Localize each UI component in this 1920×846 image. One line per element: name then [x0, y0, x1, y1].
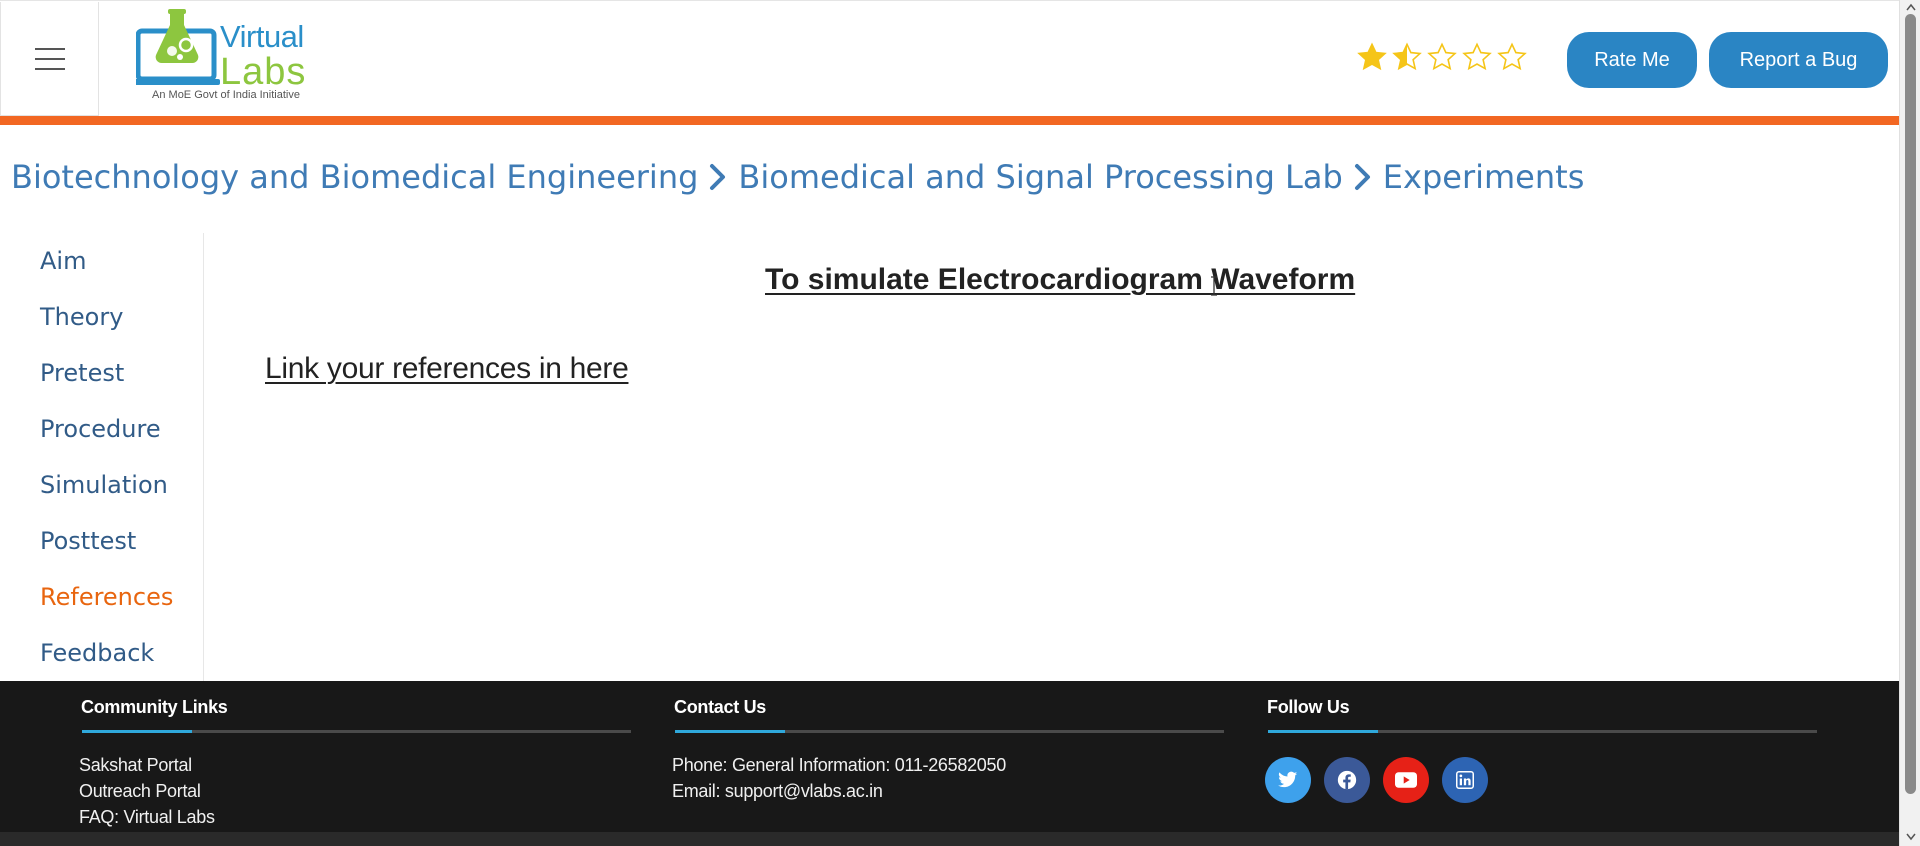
- sidebar-item-posttest[interactable]: Posttest: [40, 527, 136, 555]
- facebook-icon[interactable]: [1324, 757, 1370, 803]
- chevron-right-icon: [704, 160, 732, 194]
- footer-bottom-bar: [0, 832, 1899, 846]
- footer-divider: [675, 730, 1224, 733]
- rate-me-button[interactable]: Rate Me: [1567, 32, 1697, 88]
- footer-community-links: Community Links Sakshat Portal Outreach …: [79, 681, 631, 831]
- footer-heading-follow: Follow Us: [1267, 697, 1350, 717]
- footer-contact: Contact Us Phone: General Information: 0…: [672, 681, 1224, 831]
- star-empty-icon[interactable]: [1496, 41, 1528, 73]
- footer-follow: Follow Us: [1265, 681, 1817, 831]
- footer-email[interactable]: Email: support@vlabs.ac.in: [672, 781, 883, 802]
- sidebar-item-simulation[interactable]: Simulation: [40, 471, 168, 499]
- footer-phone: Phone: General Information: 011-26582050: [672, 755, 1006, 775]
- star-empty-icon[interactable]: [1426, 41, 1458, 73]
- footer-link-outreach[interactable]: Outreach Portal: [79, 781, 201, 802]
- breadcrumb-discipline[interactable]: Biotechnology and Biomedical Engineering: [11, 158, 698, 196]
- sidebar-item-theory[interactable]: Theory: [40, 303, 123, 331]
- sidebar-item-references[interactable]: References: [40, 583, 173, 611]
- page-scrollbar[interactable]: [1899, 0, 1920, 846]
- footer-divider: [1268, 730, 1817, 733]
- rating-stars[interactable]: [1356, 41, 1528, 73]
- logo-word-labs: Labs: [220, 51, 307, 93]
- youtube-icon[interactable]: [1383, 757, 1429, 803]
- sidebar-item-pretest[interactable]: Pretest: [40, 359, 124, 387]
- footer-divider: [82, 730, 631, 733]
- star-empty-icon[interactable]: [1461, 41, 1493, 73]
- footer-heading-community: Community Links: [81, 697, 228, 717]
- footer-link-faq[interactable]: FAQ: Virtual Labs: [79, 807, 215, 828]
- site-header: Virtual Labs An MoE Govt of India Initia…: [0, 0, 1899, 116]
- twitter-icon[interactable]: [1265, 757, 1311, 803]
- sidebar-item-procedure[interactable]: Procedure: [40, 415, 161, 443]
- report-bug-button[interactable]: Report a Bug: [1709, 32, 1888, 88]
- references-link[interactable]: Link your references in here: [265, 352, 629, 386]
- breadcrumb: Biotechnology and Biomedical Engineering…: [11, 158, 1584, 196]
- text-cursor-icon: [1211, 276, 1217, 296]
- sidebar-item-feedback[interactable]: Feedback: [40, 639, 154, 667]
- sidebar-item-aim[interactable]: Aim: [40, 247, 86, 275]
- experiment-title: To simulate Electrocardiogram Waveform: [765, 263, 1356, 296]
- logo-tagline: An MoE Govt of India Initiative: [152, 89, 300, 101]
- flask-laptop-icon: [136, 9, 220, 85]
- breadcrumb-experiments[interactable]: Experiments: [1383, 158, 1585, 196]
- experiment-sidebar: Aim Theory Pretest Procedure Simulation …: [0, 233, 204, 681]
- scroll-up-arrow-icon[interactable]: [1905, 2, 1916, 12]
- virtual-labs-logo[interactable]: Virtual Labs An MoE Govt of India Initia…: [136, 9, 316, 105]
- hamburger-menu-icon: [34, 47, 65, 70]
- footer-link-sakshat[interactable]: Sakshat Portal: [79, 755, 192, 776]
- logo-word-virtual: Virtual: [220, 19, 304, 54]
- star-filled-icon[interactable]: [1356, 41, 1388, 73]
- site-footer: Community Links Sakshat Portal Outreach …: [0, 681, 1899, 846]
- header-accent-bar: [0, 116, 1899, 125]
- scroll-down-arrow-icon[interactable]: [1905, 832, 1916, 842]
- footer-heading-contact: Contact Us: [674, 697, 767, 717]
- star-half-icon[interactable]: [1391, 41, 1423, 73]
- scrollbar-thumb[interactable]: [1905, 14, 1916, 794]
- breadcrumb-lab[interactable]: Biomedical and Signal Processing Lab: [738, 158, 1342, 196]
- linkedin-icon[interactable]: [1442, 757, 1488, 803]
- hamburger-menu-button[interactable]: [0, 2, 99, 116]
- chevron-right-icon: [1349, 160, 1377, 194]
